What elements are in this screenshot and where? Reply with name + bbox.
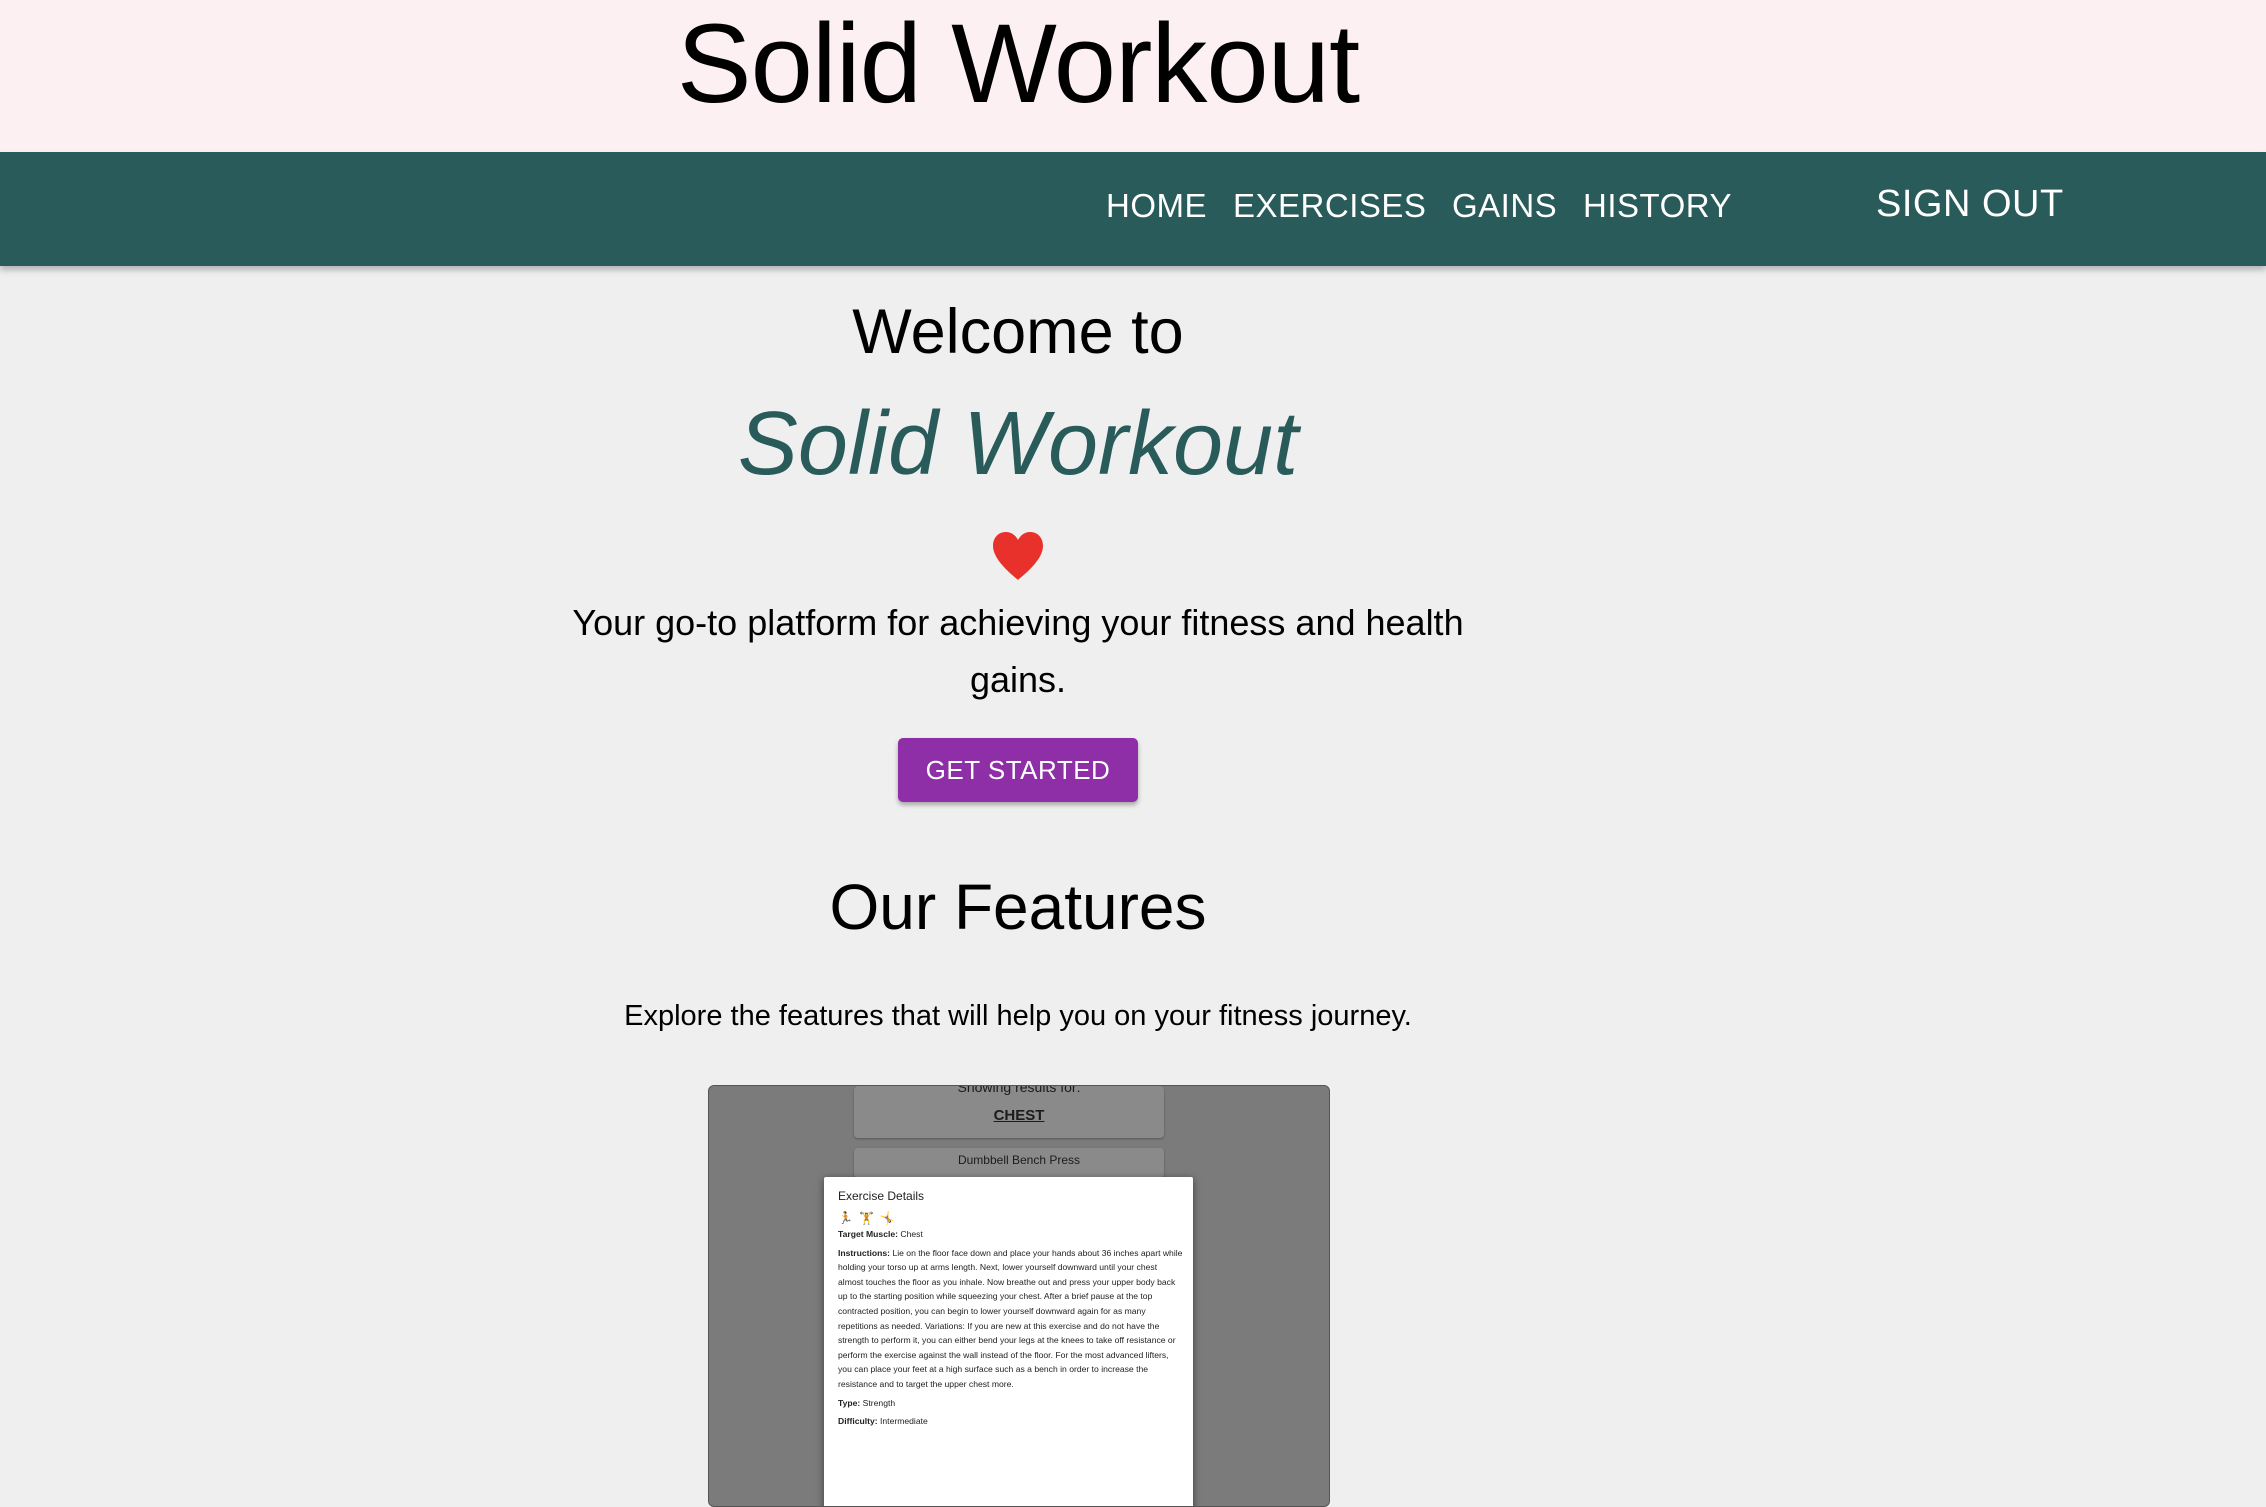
nav-bar: HOME EXERCISES GAINS HISTORY SIGN OUT: [0, 152, 2266, 266]
features-subtitle: Explore the features that will help you …: [624, 1000, 1412, 1032]
instructions-value: Lie on the floor face down and place you…: [838, 1247, 1183, 1389]
modal-title: Exercise Details: [838, 1189, 925, 1203]
exercise-icons: 🏃 🏋 🤸: [838, 1211, 895, 1225]
exercise-name: Dumbbell Bench Press: [957, 1153, 1081, 1167]
target-value: Chest: [900, 1229, 923, 1239]
feature-preview-image: Showing results for: CHEST Dumbbell Benc…: [708, 1085, 1330, 1507]
muscle-label: CHEST: [993, 1107, 1045, 1124]
nav-history[interactable]: HISTORY: [1583, 186, 1732, 226]
modal-body: Target Muscle: Chest Instructions: Lie o…: [838, 1227, 1183, 1429]
nav-home[interactable]: HOME: [1106, 186, 1207, 226]
difficulty-value: Intermediate: [880, 1416, 928, 1427]
welcome-heading: Welcome to: [852, 297, 1184, 367]
showing-results-label: Showing results for:: [957, 1085, 1081, 1095]
tagline: Your go-to platform for achieving your f…: [572, 602, 1464, 700]
site-header: Solid Workout: [0, 0, 2266, 152]
features-heading: Our Features: [829, 871, 1207, 943]
brand-heading: Solid Workout: [737, 394, 1299, 494]
nav-exercises[interactable]: EXERCISES: [1233, 186, 1426, 226]
instructions-label: Instructions:: [838, 1247, 891, 1258]
type-label: Type:: [838, 1397, 861, 1408]
exercise-details-modal: Exercise Details 🏃 🏋 🤸 Target Muscle: Ch…: [824, 1177, 1193, 1506]
target-label: Target Muscle:: [838, 1229, 899, 1239]
type-value: Strength: [862, 1397, 896, 1408]
nav-gains[interactable]: GAINS: [1452, 186, 1557, 226]
difficulty-label: Difficulty:: [838, 1416, 878, 1427]
heart-icon: [993, 532, 1043, 580]
sign-out-button[interactable]: SIGN OUT: [1876, 184, 2064, 224]
site-title: Solid Workout: [676, 1, 1360, 126]
get-started-button[interactable]: GET STARTED: [898, 738, 1138, 802]
